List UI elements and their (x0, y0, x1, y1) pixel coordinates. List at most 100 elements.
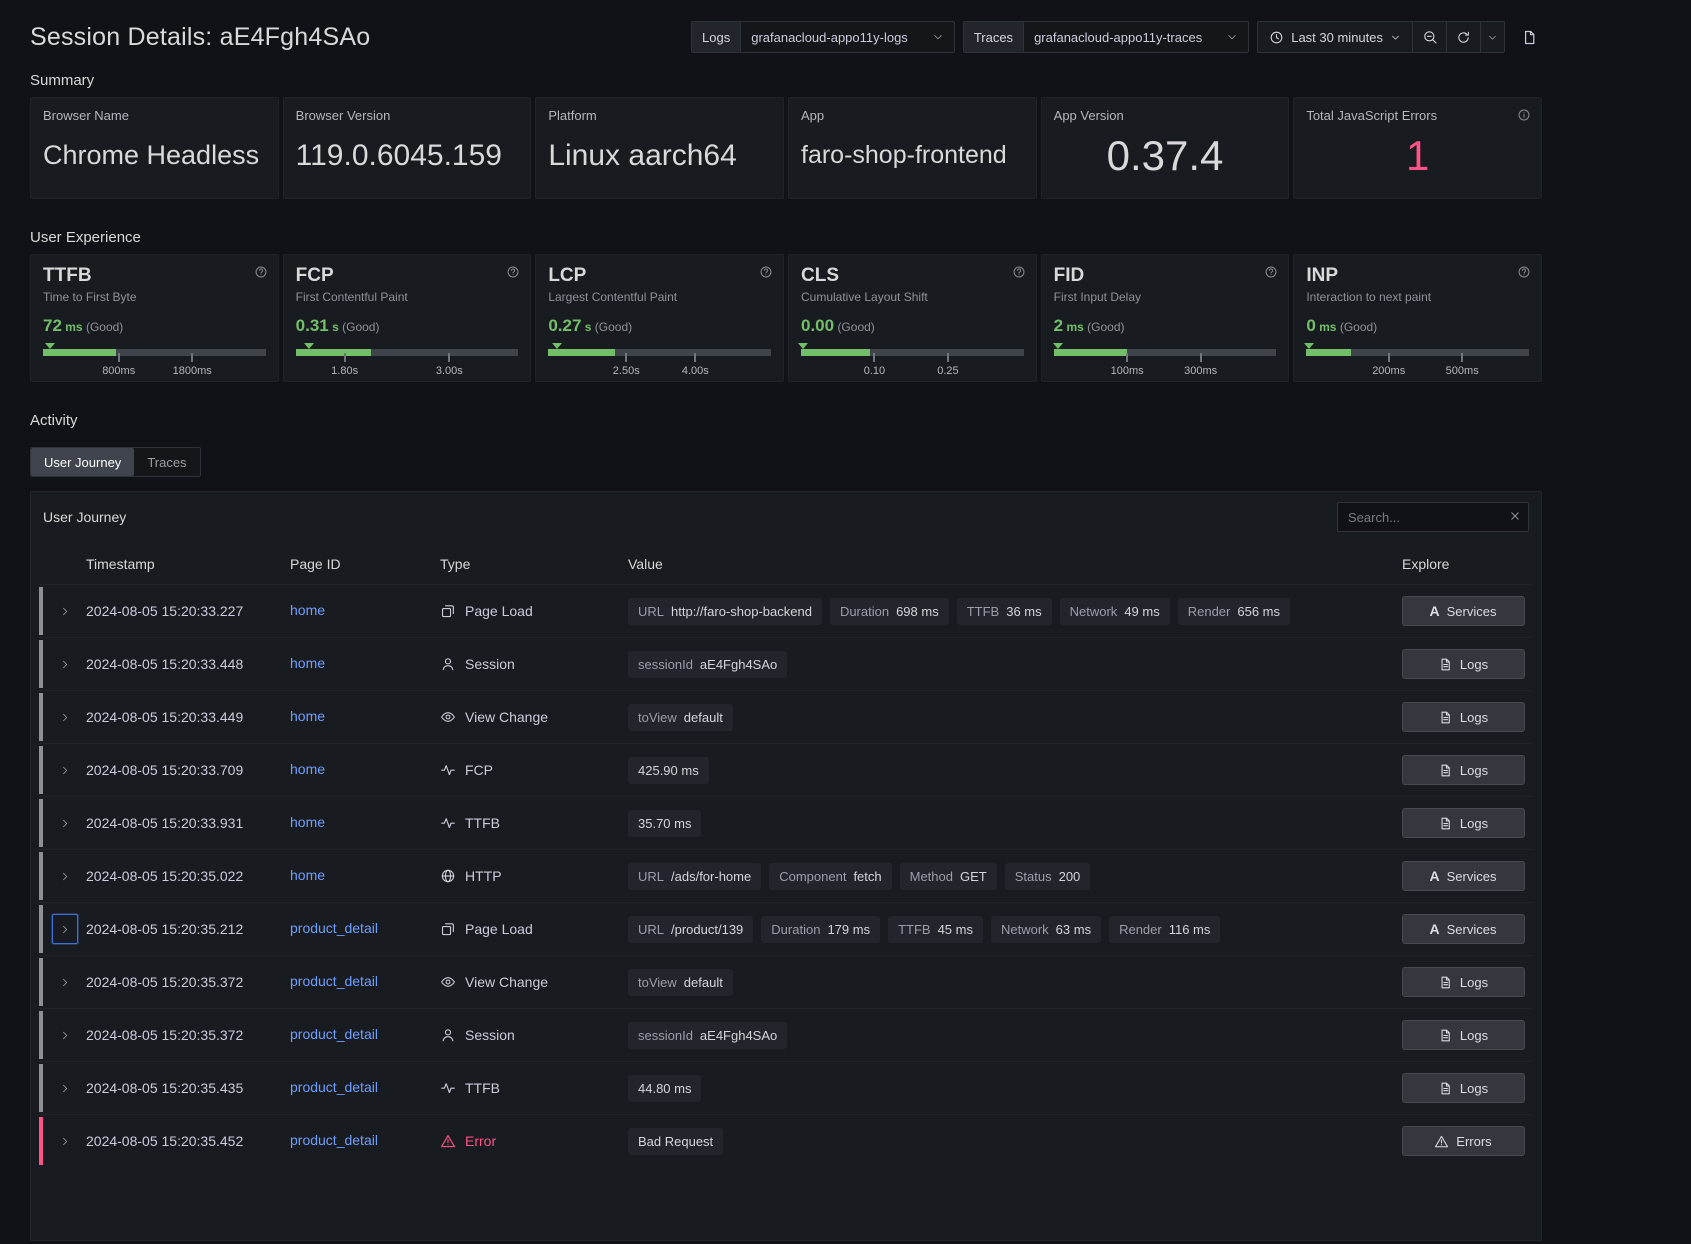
help-icon[interactable] (1517, 265, 1531, 279)
value-badge: Bad Request (628, 1128, 723, 1155)
explore-button[interactable]: Errors (1402, 1126, 1525, 1156)
badge-value: 35.70 ms (638, 816, 691, 831)
help-icon[interactable] (1264, 265, 1278, 279)
summary-card-title: Browser Name (43, 108, 266, 123)
vital-value: 0.31 (296, 316, 329, 335)
vital-unit: ms (1066, 320, 1083, 334)
row-expand-button[interactable] (52, 649, 78, 679)
page-id-link[interactable]: home (290, 867, 325, 883)
page-id-link[interactable]: home (290, 602, 325, 618)
explore-button-label: Logs (1460, 816, 1488, 831)
explore-button[interactable]: Logs (1402, 967, 1525, 997)
page-id-link[interactable]: home (290, 814, 325, 830)
vital-name: Time to First Byte (43, 290, 266, 304)
vital-abbr: TTFB (43, 265, 266, 287)
badge-value: 116 ms (1169, 922, 1211, 937)
explore-button-label: Services (1447, 604, 1497, 619)
page-id-link[interactable]: product_detail (290, 1079, 378, 1095)
gauge-tick (694, 353, 696, 362)
chevron-right-icon (59, 1082, 71, 1095)
row-badges: toViewdefault (628, 969, 1393, 996)
session-details-page: Session Details: aE4Fgh4SAo Logs grafana… (30, 0, 1542, 1241)
row-expand-button[interactable] (52, 1020, 78, 1050)
explore-button[interactable]: A Services (1402, 914, 1525, 944)
explore-button[interactable]: Logs (1402, 808, 1525, 838)
user-journey-panel: User Journey Timestamp Page ID Type Valu… (30, 491, 1542, 1241)
logs-field-label: Logs (692, 22, 741, 52)
page-id-link[interactable]: home (290, 761, 325, 777)
traces-datasource-select[interactable]: grafanacloud-appo11y-traces (1024, 22, 1248, 52)
clear-search-icon[interactable] (1508, 509, 1522, 523)
row-timestamp: 2024-08-05 15:20:35.212 (86, 921, 290, 937)
value-badge: Duration698 ms (830, 598, 949, 625)
row-timestamp: 2024-08-05 15:20:35.022 (86, 868, 290, 884)
gauge-pointer (45, 343, 55, 349)
vital-value-row: 0 ms (Good) (1306, 316, 1529, 336)
page-id-link[interactable]: product_detail (290, 1026, 378, 1042)
topbar-controls: Logs grafanacloud-appo11y-logs Traces gr… (691, 21, 1542, 53)
chevron-right-icon (59, 870, 71, 883)
row-status-strip (39, 905, 43, 953)
help-icon[interactable] (254, 265, 268, 279)
document-button[interactable] (1517, 25, 1542, 50)
explore-button[interactable]: Logs (1402, 1073, 1525, 1103)
row-expand-button[interactable] (52, 1073, 78, 1103)
explore-button[interactable]: A Services (1402, 596, 1525, 626)
refresh-interval-dropdown[interactable] (1480, 22, 1504, 52)
row-expand-button[interactable] (52, 914, 78, 944)
value-badge: TTFB36 ms (957, 598, 1052, 625)
page-id-link[interactable]: home (290, 708, 325, 724)
refresh-button[interactable] (1446, 22, 1480, 52)
journey-row: 2024-08-05 15:20:33.709 home FCP 425.90 … (39, 743, 1533, 796)
panel-header: User Journey (39, 500, 1533, 532)
row-expand-button[interactable] (52, 861, 78, 891)
row-expand-button[interactable] (52, 967, 78, 997)
time-range-picker[interactable]: Last 30 minutes (1258, 22, 1412, 52)
gauge-tick-label: 300ms (1184, 365, 1217, 377)
explore-button[interactable]: Logs (1402, 649, 1525, 679)
info-icon[interactable] (1517, 108, 1531, 122)
badge-value: /product/139 (671, 922, 743, 937)
row-badges: 425.90 ms (628, 757, 1393, 784)
col-header-value: Value (628, 556, 1393, 572)
web-vital-card: TTFB Time to First Byte 72 ms (Good) 800… (30, 254, 279, 382)
page-id-link[interactable]: product_detail (290, 920, 378, 936)
warning-icon (440, 1133, 456, 1149)
tab-traces[interactable]: Traces (134, 448, 199, 476)
badge-value: default (684, 975, 723, 990)
chevron-down-icon (1390, 32, 1401, 43)
vital-unit: s (332, 320, 339, 334)
journey-row: 2024-08-05 15:20:35.212 product_detail P… (39, 902, 1533, 955)
row-status-strip (39, 1064, 43, 1112)
pulse-icon (440, 762, 456, 778)
vital-value-row: 72 ms (Good) (43, 316, 266, 336)
journey-row: 2024-08-05 15:20:33.931 home TTFB 35.70 … (39, 796, 1533, 849)
page-id-link[interactable]: product_detail (290, 973, 378, 989)
explore-button-label: Logs (1460, 763, 1488, 778)
vital-rating: (Good) (1087, 320, 1124, 334)
zoom-out-button[interactable] (1412, 22, 1446, 52)
row-expand-button[interactable] (52, 1126, 78, 1156)
logs-datasource-select[interactable]: grafanacloud-appo11y-logs (741, 22, 954, 52)
page-id-link[interactable]: product_detail (290, 1132, 378, 1148)
vital-unit: ms (1319, 320, 1336, 334)
tab-user-journey[interactable]: User Journey (31, 448, 134, 476)
explore-button[interactable]: Logs (1402, 702, 1525, 732)
summary-card-value: Chrome Headless (43, 123, 266, 188)
explore-button[interactable]: A Services (1402, 861, 1525, 891)
help-icon[interactable] (1012, 265, 1026, 279)
col-header-timestamp: Timestamp (86, 556, 290, 572)
help-icon[interactable] (759, 265, 773, 279)
activity-heading: Activity (30, 412, 1542, 429)
traces-field-label: Traces (964, 22, 1024, 52)
help-icon[interactable] (506, 265, 520, 279)
row-expand-button[interactable] (52, 596, 78, 626)
search-input[interactable] (1337, 502, 1529, 532)
row-expand-button[interactable] (52, 755, 78, 785)
explore-button[interactable]: Logs (1402, 755, 1525, 785)
row-expand-button[interactable] (52, 702, 78, 732)
explore-button[interactable]: Logs (1402, 1020, 1525, 1050)
page-id-link[interactable]: home (290, 655, 325, 671)
row-expand-button[interactable] (52, 808, 78, 838)
vital-value: 72 (43, 316, 62, 335)
